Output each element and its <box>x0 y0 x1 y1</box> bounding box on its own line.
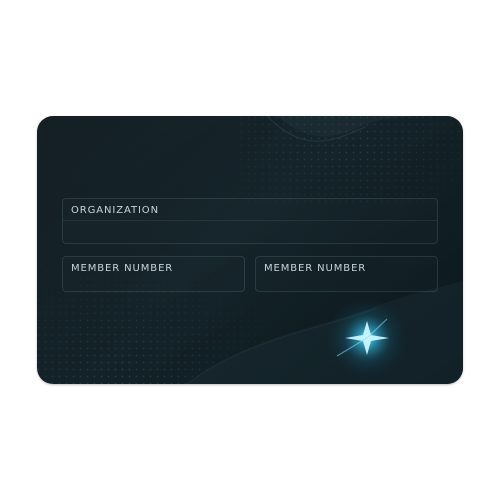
organization-field[interactable]: ORGANIZATION <box>62 198 438 244</box>
member-number-label-secondary: MEMBER NUMBER <box>264 263 367 274</box>
card-background <box>37 116 463 384</box>
organization-field-divider <box>63 220 437 221</box>
organization-label: ORGANIZATION <box>71 205 159 216</box>
member-number-field-secondary[interactable]: MEMBER NUMBER <box>255 256 438 292</box>
star-glow-icon <box>325 296 409 380</box>
member-number-field[interactable]: MEMBER NUMBER <box>62 256 245 292</box>
member-number-label: MEMBER NUMBER <box>71 263 174 274</box>
membership-card: ORGANIZATION MEMBER NUMBER MEMBER NUMBER <box>37 116 463 384</box>
